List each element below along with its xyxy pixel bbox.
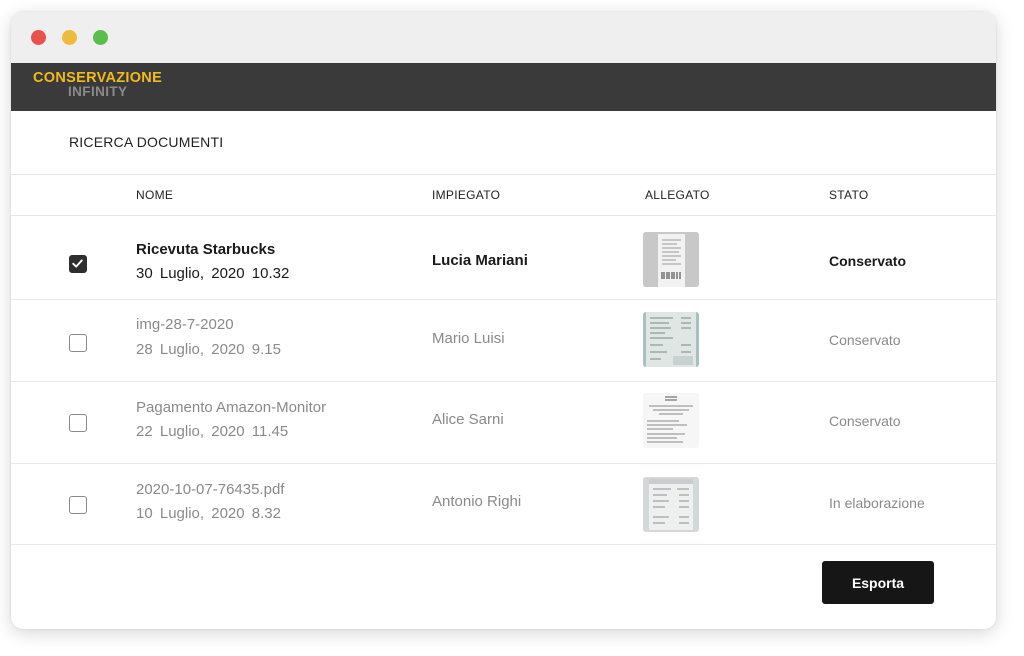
app-header: CONSERVAZIONE INFINITY: [11, 63, 996, 111]
brand-logo-line2: INFINITY: [68, 83, 128, 99]
status-badge: Conservato: [829, 413, 901, 429]
column-header-stato[interactable]: STATO: [829, 188, 869, 202]
close-window-button[interactable]: [31, 30, 46, 45]
maximize-window-button[interactable]: [93, 30, 108, 45]
document-name[interactable]: 2020-10-07-76435.pdf: [136, 481, 284, 498]
table-row[interactable]: 2020-10-07-76435.pdf 10 Luglio, 2020 8.3…: [11, 464, 996, 545]
minimize-window-button[interactable]: [62, 30, 77, 45]
row-checkbox[interactable]: [69, 496, 87, 514]
document-name[interactable]: img-28-7-2020: [136, 316, 234, 333]
row-checkbox[interactable]: [69, 334, 87, 352]
brand-logo[interactable]: CONSERVAZIONE INFINITY: [33, 71, 162, 98]
employee-name: Lucia Mariani: [432, 252, 528, 269]
row-checkbox[interactable]: [69, 255, 87, 273]
employee-name: Alice Sarni: [432, 411, 504, 428]
document-date: 10 Luglio, 2020 8.32: [136, 505, 281, 522]
table-row[interactable]: Pagamento Amazon-Monitor 22 Luglio, 2020…: [11, 382, 996, 464]
document-date: 28 Luglio, 2020 9.15: [136, 341, 281, 358]
status-badge: Conservato: [829, 253, 907, 269]
app-window: CONSERVAZIONE INFINITY RICERCA DOCUMENTI…: [11, 12, 996, 629]
column-header-impiegato[interactable]: IMPIEGATO: [432, 188, 500, 202]
column-header-nome[interactable]: NOME: [136, 188, 173, 202]
page-title: RICERCA DOCUMENTI: [69, 134, 224, 150]
row-checkbox[interactable]: [69, 414, 87, 432]
table-header: NOME IMPIEGATO ALLEGATO STATO: [11, 174, 996, 216]
document-date: 22 Luglio, 2020 11.45: [136, 423, 289, 440]
receipt-thumbnail[interactable]: [643, 232, 699, 287]
employee-name: Mario Luisi: [432, 330, 505, 347]
table-row[interactable]: img-28-7-2020 28 Luglio, 2020 9.15 Mario…: [11, 300, 996, 382]
document-date: 30 Luglio, 2020 10.32: [136, 265, 290, 282]
column-header-allegato[interactable]: ALLEGATO: [645, 188, 710, 202]
invoice-thumbnail[interactable]: [643, 477, 699, 532]
table-row[interactable]: Ricevuta Starbucks 30 Luglio, 2020 10.32…: [11, 215, 996, 300]
status-badge: Conservato: [829, 332, 901, 348]
status-badge: In elaborazione: [829, 495, 925, 511]
document-thumbnail[interactable]: [643, 393, 699, 448]
document-name[interactable]: Ricevuta Starbucks: [136, 241, 275, 258]
window-titlebar: [11, 12, 996, 63]
receipt-photo-thumbnail[interactable]: [643, 312, 699, 367]
employee-name: Antonio Righi: [432, 493, 522, 510]
checkmark-icon: [72, 259, 83, 268]
document-name[interactable]: Pagamento Amazon-Monitor: [136, 399, 326, 416]
export-button[interactable]: Esporta: [822, 561, 934, 604]
